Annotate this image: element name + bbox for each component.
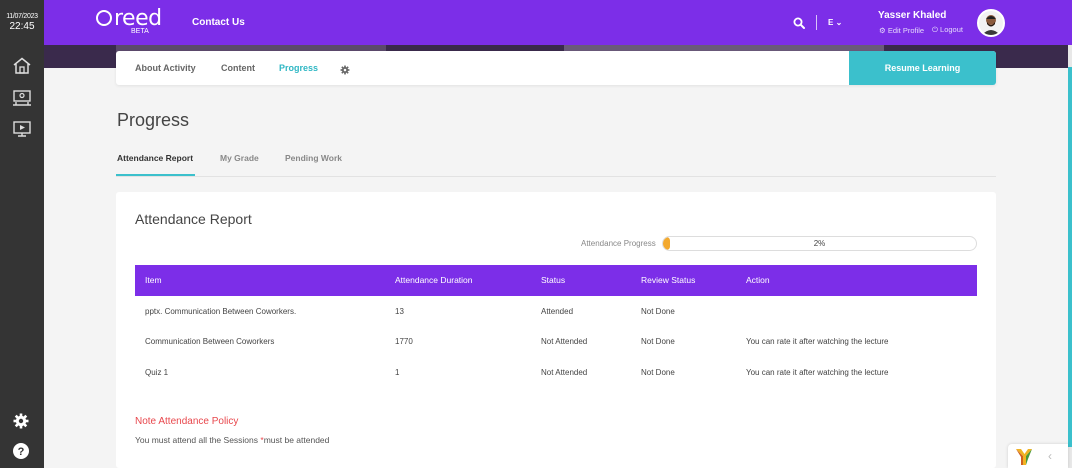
column-header-duration: Attendance Duration (395, 275, 473, 285)
cell-status: Not Attended (541, 368, 588, 377)
table-row: pptx. Communication Between Coworkers. 1… (135, 296, 977, 326)
page-scrollbar[interactable] (1068, 45, 1072, 468)
reed-logo[interactable]: reed BETA (96, 8, 162, 35)
edit-settings-icon: ⚙ (879, 26, 886, 35)
help-icon[interactable]: ? (12, 442, 30, 465)
current-date: 11/07/2023 (6, 13, 38, 20)
datetime-box: 11/07/2023 22:45 (0, 0, 44, 45)
attendance-policy-title: Note Attendance Policy (135, 416, 239, 427)
subtab-pending-work[interactable]: Pending Work (285, 153, 342, 163)
policy-text-start: You must attend all the Sessions (135, 435, 261, 445)
chevron-left-icon[interactable]: ‹ (1048, 449, 1052, 463)
subtab-attendance-report[interactable]: Attendance Report (117, 153, 193, 163)
avatar[interactable] (977, 9, 1005, 37)
report-title: Attendance Report (135, 211, 252, 227)
chevron-down-icon: ⌄ (835, 18, 843, 27)
topbar-divider (816, 15, 817, 30)
gear-icon[interactable] (340, 62, 350, 80)
language-label: E (828, 18, 834, 27)
active-subtab-indicator (116, 174, 195, 176)
table-row: Quiz 1 1 Not Attended Not Done You can r… (135, 357, 977, 387)
settings-gear-icon[interactable] (12, 412, 30, 435)
debug-toolbar-widget[interactable]: ‹ (1008, 444, 1068, 468)
svg-text:?: ? (18, 446, 25, 458)
column-header-item: Item (145, 275, 162, 285)
resume-learning-button[interactable]: Resume Learning (849, 51, 996, 85)
video-lecture-icon[interactable] (12, 120, 32, 143)
tab-content[interactable]: Content (221, 63, 255, 73)
cell-item: Quiz 1 (145, 368, 169, 377)
table-row: Communication Between Coworkers 1770 Not… (135, 326, 977, 356)
yii-logo-icon (1016, 449, 1032, 465)
logout-link[interactable]: ⏻ Logout (932, 25, 963, 35)
attendance-policy-text: You must attend all the Sessions *must b… (135, 435, 329, 445)
cell-duration: 1770 (395, 337, 413, 346)
subtabs-divider (116, 176, 996, 177)
user-name: Yasser Khaled (878, 10, 947, 21)
power-icon: ⏻ (932, 25, 938, 34)
cell-duration: 1 (395, 368, 400, 377)
cell-item: pptx. Communication Between Coworkers. (145, 307, 297, 316)
cell-review-status: Not Done (641, 307, 675, 316)
edit-profile-link[interactable]: ⚙ Edit Profile (879, 26, 924, 35)
progress-percent: 2% (813, 239, 826, 248)
logout-label: Logout (940, 25, 963, 34)
edit-profile-label: Edit Profile (887, 26, 925, 35)
logo-circle-icon (96, 10, 112, 26)
cell-status: Attended (541, 307, 574, 316)
scrollbar-thumb[interactable] (1068, 67, 1072, 447)
left-sidebar: ? (0, 45, 44, 468)
subtab-my-grade[interactable]: My Grade (220, 153, 259, 163)
column-header-action: Action (746, 275, 770, 285)
attendance-table-header: Item Attendance Duration Status Review S… (135, 265, 977, 296)
column-header-status: Status (541, 275, 566, 285)
home-icon[interactable] (12, 57, 32, 80)
cell-item: Communication Between Coworkers (145, 337, 275, 346)
tab-about-activity[interactable]: About Activity (135, 63, 196, 73)
cell-status: Not Attended (541, 337, 588, 346)
classroom-icon[interactable] (12, 89, 32, 112)
search-icon[interactable] (793, 16, 805, 34)
language-selector[interactable]: E ⌄ (828, 18, 842, 27)
top-navbar: 11/07/2023 22:45 reed BETA Contact Us E … (0, 0, 1072, 45)
tab-progress[interactable]: Progress (279, 63, 318, 73)
policy-text-end: must be attended (263, 435, 330, 445)
cell-review-status: Not Done (641, 337, 675, 346)
cell-action: You can rate it after watching the lectu… (746, 368, 889, 377)
contact-us-link[interactable]: Contact Us (192, 17, 245, 28)
cell-duration: 13 (395, 307, 404, 316)
cell-review-status: Not Done (641, 368, 675, 377)
logo-beta-badge: BETA (131, 28, 149, 35)
page-title: Progress (117, 110, 190, 130)
attendance-progress-label: Attendance Progress (581, 239, 656, 248)
column-header-review-status: Review Status (641, 275, 696, 285)
current-time: 22:45 (9, 21, 35, 32)
attendance-progress-bar: 2% (662, 236, 977, 251)
cell-action: You can rate it after watching the lectu… (746, 337, 889, 346)
